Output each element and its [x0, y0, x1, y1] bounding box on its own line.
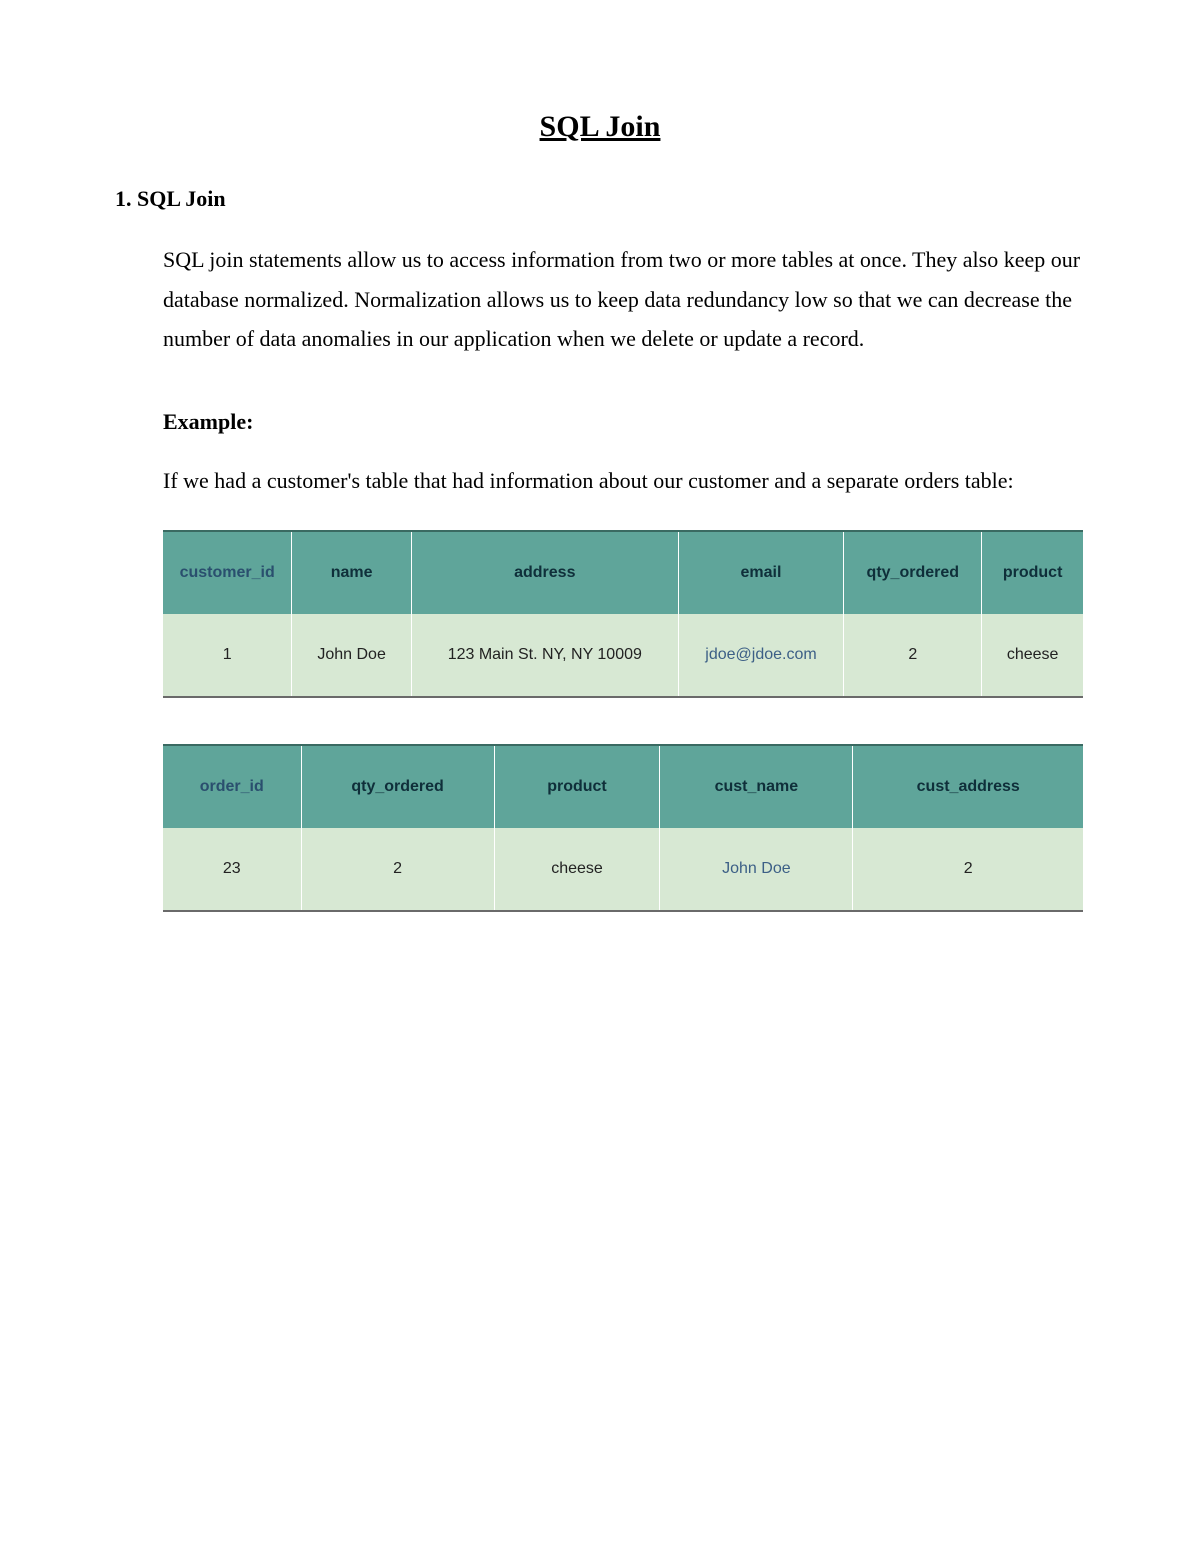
page-title: SQL Join	[115, 110, 1085, 144]
col-customer-id: customer_id	[163, 531, 292, 614]
section-heading-text: SQL Join	[137, 186, 226, 211]
example-label: Example:	[163, 409, 1085, 435]
cell-address: 123 Main St. NY, NY 10009	[411, 614, 678, 697]
cell-qty-ordered: 2	[301, 828, 494, 911]
table-header-row: customer_id name address email qty_order…	[163, 531, 1083, 614]
customers-table: customer_id name address email qty_order…	[163, 530, 1083, 698]
col-product: product	[494, 745, 660, 828]
orders-table: order_id qty_ordered product cust_name c…	[163, 744, 1083, 912]
col-address: address	[411, 531, 678, 614]
col-name: name	[292, 531, 412, 614]
table-row: 23 2 cheese John Doe 2	[163, 828, 1083, 911]
col-product: product	[982, 531, 1083, 614]
col-cust-name: cust_name	[660, 745, 853, 828]
table-row: 1 John Doe 123 Main St. NY, NY 10009 jdo…	[163, 614, 1083, 697]
cell-product: cheese	[494, 828, 660, 911]
col-order-id: order_id	[163, 745, 301, 828]
section-paragraph: SQL join statements allow us to access i…	[163, 240, 1085, 359]
section-number: 1.	[115, 186, 132, 211]
cell-email: jdoe@jdoe.com	[678, 614, 844, 697]
example-intro: If we had a customer's table that had in…	[163, 461, 1085, 501]
cell-name: John Doe	[292, 614, 412, 697]
col-cust-address: cust_address	[853, 745, 1083, 828]
col-email: email	[678, 531, 844, 614]
cell-cust-address: 2	[853, 828, 1083, 911]
col-qty-ordered: qty_ordered	[844, 531, 982, 614]
section-heading: 1. SQL Join	[115, 186, 1085, 212]
col-qty-ordered: qty_ordered	[301, 745, 494, 828]
cell-customer-id: 1	[163, 614, 292, 697]
cell-qty-ordered: 2	[844, 614, 982, 697]
cell-product: cheese	[982, 614, 1083, 697]
table-header-row: order_id qty_ordered product cust_name c…	[163, 745, 1083, 828]
cell-order-id: 23	[163, 828, 301, 911]
cell-cust-name: John Doe	[660, 828, 853, 911]
